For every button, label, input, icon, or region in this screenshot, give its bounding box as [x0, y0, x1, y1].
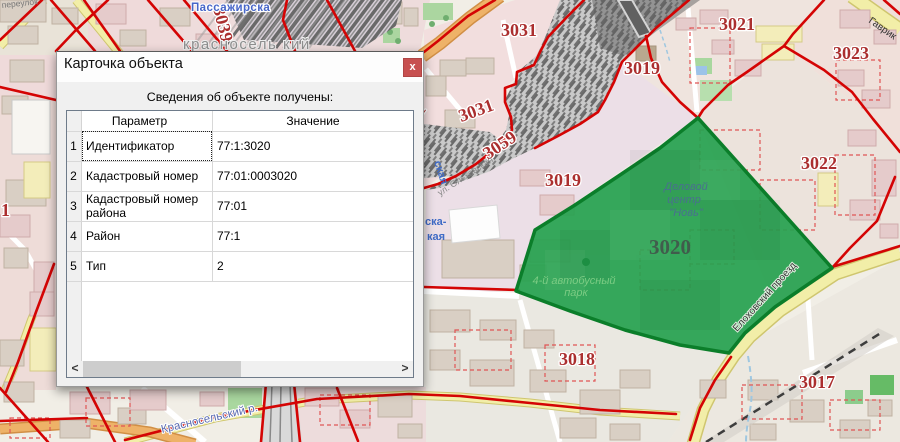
svg-text:4-й автобусный: 4-й автобусный: [532, 275, 615, 287]
svg-text:3019: 3019: [545, 170, 581, 190]
svg-text:3022: 3022: [801, 153, 837, 173]
svg-text:парк: парк: [564, 287, 588, 299]
svg-text:3021: 3021: [719, 14, 755, 34]
svg-text:Пассажирска: Пассажирска: [191, 2, 270, 14]
svg-text:3031: 3031: [501, 20, 537, 40]
svg-text:3023: 3023: [833, 43, 869, 63]
svg-text:Деловой: Деловой: [662, 181, 708, 193]
svg-text:1: 1: [1, 200, 10, 220]
svg-text:ска-: ска-: [425, 216, 447, 228]
svg-text:3018: 3018: [559, 349, 595, 369]
svg-text:кая: кая: [427, 231, 445, 243]
svg-text:"Новь": "Новь": [669, 207, 703, 219]
svg-text:3020: 3020: [649, 235, 691, 259]
svg-text:3017: 3017: [799, 372, 835, 392]
svg-text:3019: 3019: [624, 58, 660, 78]
svg-text:центр: центр: [667, 194, 701, 206]
